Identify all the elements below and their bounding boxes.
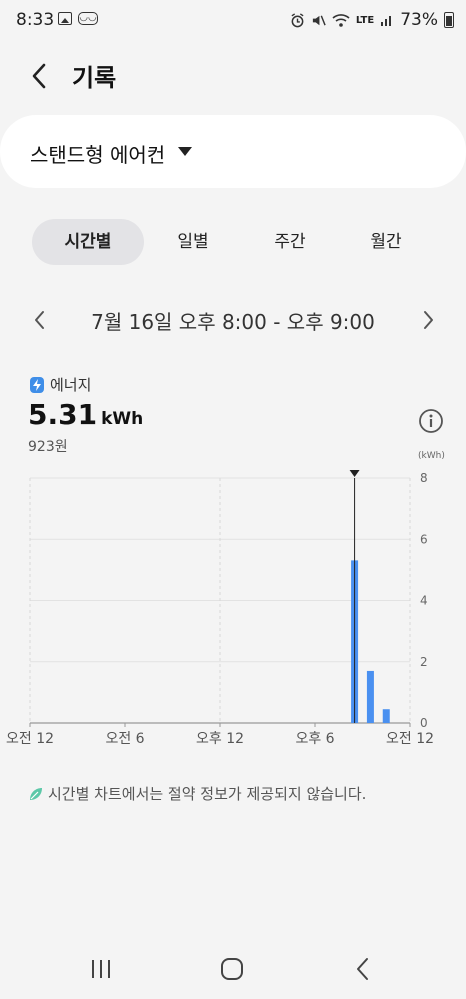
battery-percent: 73%	[400, 10, 438, 30]
energy-label-row: 에너지	[30, 374, 91, 395]
energy-cost: 923원	[28, 439, 68, 455]
x-tick-label: 오후 12	[196, 731, 244, 747]
home-button[interactable]	[217, 954, 247, 984]
x-tick-label: 오후 6	[295, 731, 334, 747]
tab-daily[interactable]: 일별	[144, 219, 242, 265]
date-range: 7월 16일 오후 8:00 - 오후 9:00	[91, 310, 375, 334]
date-navigator: 7월 16일 오후 8:00 - 오후 9:00	[0, 300, 466, 340]
info-button[interactable]	[418, 408, 444, 434]
wifi-icon	[332, 13, 350, 27]
status-time: 8:33	[16, 10, 55, 30]
page-title: 기록	[72, 64, 117, 92]
home-icon	[221, 958, 243, 980]
chart-bar[interactable]	[382, 709, 390, 723]
tab-weekly[interactable]: 주간	[242, 219, 338, 265]
image-icon	[58, 12, 72, 25]
system-nav-bar	[0, 940, 466, 999]
tab-monthly[interactable]: 월간	[338, 219, 434, 265]
system-back-button[interactable]	[348, 954, 378, 984]
recent-apps-button[interactable]	[86, 954, 116, 984]
y-tick-label: 0	[420, 716, 428, 730]
battery-icon	[444, 12, 454, 28]
chevron-left-icon	[32, 63, 46, 89]
back-icon	[357, 958, 368, 980]
back-button[interactable]	[24, 60, 56, 92]
energy-value-row: 5.31 kWh	[28, 398, 143, 431]
x-tick-label: 오전 12	[386, 731, 434, 747]
caret-down-icon	[178, 147, 192, 156]
chevron-right-icon	[424, 311, 433, 329]
x-tick-label: 오전 12	[6, 731, 54, 747]
hourly-energy-chart[interactable]: 0 2 4 6 8 오전 12 오전 6 오후 12 오후 6 오전 12	[0, 460, 466, 750]
y-tick-label: 6	[420, 532, 428, 546]
device-name: 스탠드형 에어컨	[30, 143, 166, 167]
device-selector[interactable]: 스탠드형 에어컨	[0, 115, 466, 188]
y-tick-label: 2	[420, 655, 428, 669]
alarm-icon	[291, 12, 304, 27]
period-tabs: 시간별 일별 주간 월간	[32, 219, 432, 265]
bolt-icon	[30, 376, 44, 393]
tab-hourly[interactable]: 시간별	[32, 219, 144, 265]
x-tick-label: 오전 6	[105, 731, 144, 747]
recent-apps-icon	[92, 960, 110, 978]
mute-icon	[312, 15, 326, 25]
next-period-button[interactable]	[416, 308, 440, 332]
selection-marker	[349, 470, 360, 477]
glasses-icon: ◡◡	[78, 12, 98, 25]
chart-bar[interactable]	[366, 670, 374, 723]
y-tick-label: 4	[420, 594, 428, 608]
info-icon	[419, 409, 443, 433]
y-tick-label: 8	[420, 471, 428, 485]
energy-unit: kWh	[101, 409, 144, 429]
savings-note: 시간별 차트에서는 절약 정보가 제공되지 않습니다.	[28, 783, 366, 804]
energy-value: 5.31	[28, 398, 98, 431]
status-bar: 8:33 ◡◡ LTE 73%	[0, 0, 466, 40]
lte-icon: LTE	[355, 14, 375, 26]
signal-icon	[381, 16, 392, 26]
note-text: 시간별 차트에서는 절약 정보가 제공되지 않습니다.	[48, 785, 367, 803]
app-header: 기록	[0, 50, 466, 98]
leaf-icon	[30, 787, 42, 800]
energy-label: 에너지	[50, 376, 92, 394]
